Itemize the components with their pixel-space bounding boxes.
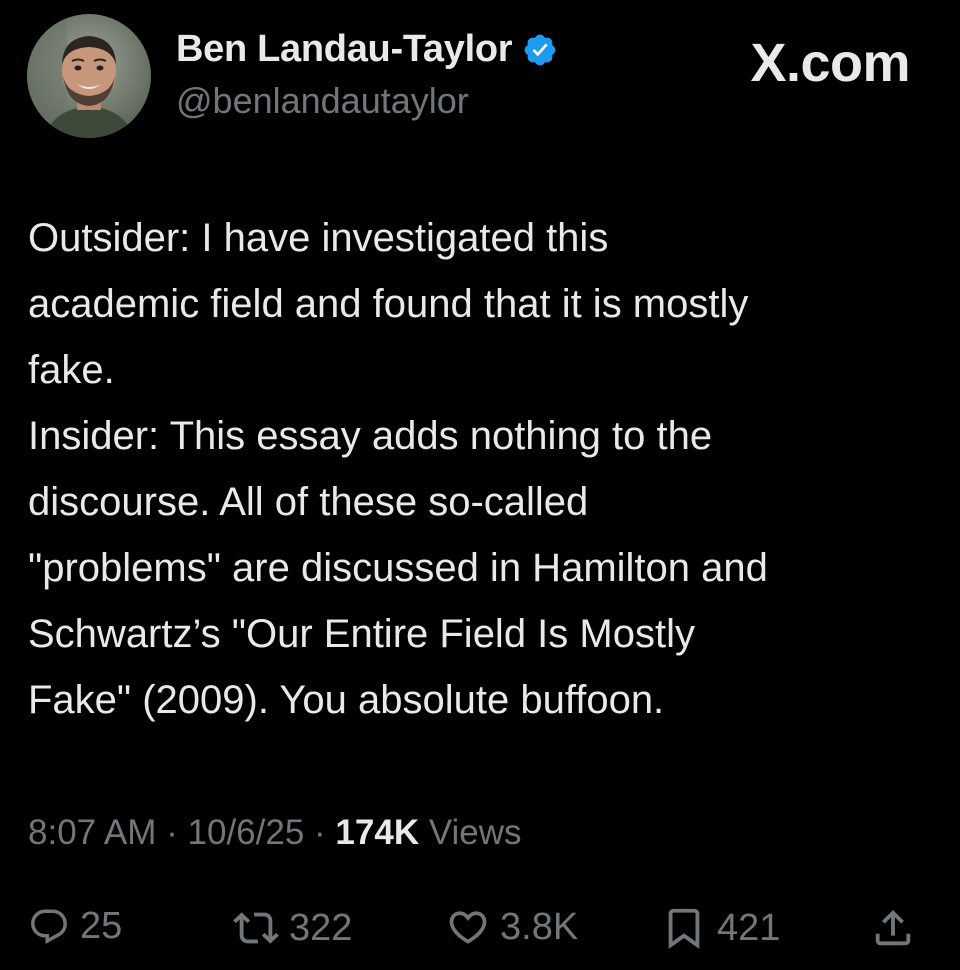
author-name-row: Ben Landau-Taylor — [176, 28, 558, 71]
repost-count: 322 — [289, 906, 353, 949]
tweet-text-line: Fake" (2009). You absolute buffoon. — [28, 678, 665, 722]
tweet-meta: 8:07 AM · 10/6/25 · 174K Views — [28, 813, 522, 853]
views-count: 174K — [335, 813, 420, 852]
avatar[interactable] — [27, 14, 151, 138]
bookmark-button[interactable]: 421 — [661, 905, 780, 951]
action-bar: 25 322 3.8K 421 — [28, 905, 928, 965]
tweet-text-line: Insider: This essay adds nothing to the — [28, 414, 713, 458]
tweet-date[interactable]: 10/6/25 — [188, 813, 305, 852]
tweet-text-line: academic field and found that it is most… — [28, 282, 749, 326]
tweet-text-line: Outsider: I have investigated this — [28, 216, 609, 260]
reply-icon — [31, 909, 67, 944]
share-button[interactable] — [870, 905, 916, 951]
like-count: 3.8K — [500, 905, 579, 948]
tweet-text: Outsider: I have investigated this acade… — [28, 205, 938, 733]
site-label: X.com — [750, 33, 910, 93]
tweet-text-line: discourse. All of these so-called — [28, 480, 589, 524]
tweet-text-line: Schwartz’s "Our Entire Field Is Mostly — [28, 612, 695, 656]
reply-count: 25 — [80, 905, 123, 947]
bookmark-icon — [668, 908, 700, 949]
views-label: Views — [419, 813, 522, 852]
profile-photo-icon — [27, 14, 151, 138]
tweet-text-line: fake. — [28, 348, 115, 392]
reply-button[interactable]: 25 — [28, 905, 122, 948]
verified-badge-icon — [524, 34, 556, 65]
bookmark-count: 421 — [717, 906, 781, 949]
author-display-name[interactable]: Ben Landau-Taylor — [176, 28, 513, 71]
heart-icon — [449, 911, 487, 944]
author-handle[interactable]: @benlandautaylor — [176, 80, 469, 122]
tweet-text-line: "problems" are discussed in Hamilton and — [28, 546, 768, 590]
meta-separator: · — [304, 813, 336, 852]
repost-icon — [233, 912, 279, 944]
tweet-card: Ben Landau-Taylor @benlandautaylor X.com… — [0, 0, 960, 970]
share-icon — [875, 909, 911, 946]
meta-separator: · — [156, 813, 188, 852]
like-button[interactable]: 3.8K — [446, 905, 578, 949]
repost-button[interactable]: 322 — [233, 905, 352, 951]
tweet-time[interactable]: 8:07 AM — [28, 813, 156, 852]
